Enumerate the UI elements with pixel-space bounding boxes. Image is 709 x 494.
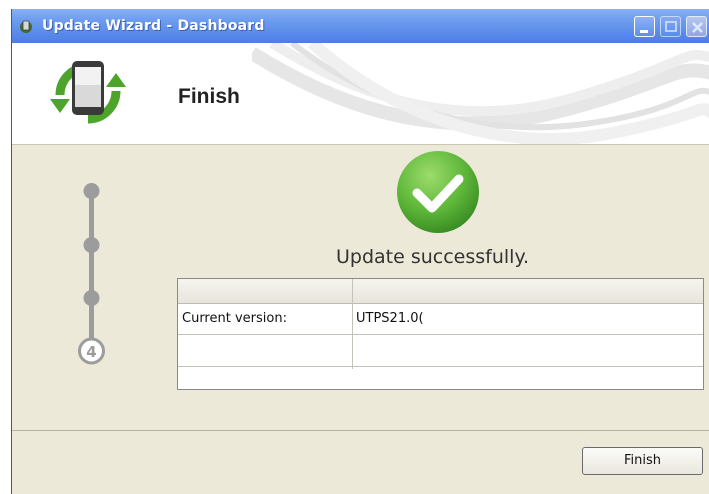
app-icon	[18, 18, 34, 34]
step-1-dot	[83, 183, 100, 199]
version-value: UTPS21.0(	[356, 311, 424, 326]
device-update-icon	[50, 61, 126, 124]
wizard-header: Finish	[12, 43, 709, 145]
step-3-dot	[83, 290, 100, 306]
table-row: Current version: UTPS21.0(	[178, 304, 703, 335]
update-status-message: Update successfully.	[336, 246, 530, 268]
maximize-button[interactable]	[660, 16, 681, 37]
success-check-icon	[397, 151, 479, 233]
title-bar[interactable]: Update Wizard - Dashboard	[12, 9, 709, 43]
window-title: Update Wizard - Dashboard	[42, 18, 265, 34]
finish-button[interactable]: Finish	[582, 447, 703, 475]
page-title: Finish	[178, 85, 240, 108]
update-wizard-window: Update Wizard - Dashboard Finish 4 Updat…	[11, 9, 709, 494]
minimize-button[interactable]	[634, 16, 655, 37]
table-row	[178, 336, 703, 367]
header-wave-decoration	[252, 43, 709, 144]
footer-divider	[12, 430, 709, 431]
close-button[interactable]	[686, 16, 707, 37]
version-info-table: Current version: UTPS21.0(	[177, 278, 704, 390]
step-2-dot	[83, 237, 100, 253]
version-label: Current version:	[182, 311, 287, 326]
step-progress-indicator: 4	[78, 183, 105, 365]
table-header	[178, 279, 703, 304]
current-step-label: 4	[86, 343, 96, 361]
